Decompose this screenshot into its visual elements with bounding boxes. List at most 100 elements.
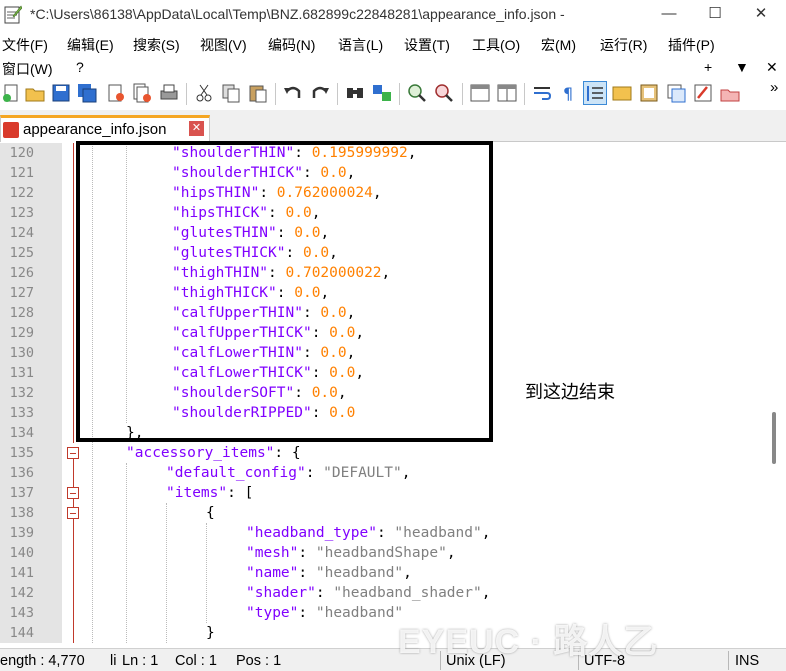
json-comma: ,	[481, 585, 491, 601]
json-colon: :	[227, 485, 245, 501]
window-title: *C:\Users\86138\AppData\Local\Temp\BNZ.6…	[30, 6, 565, 22]
json-key: "mesh"	[246, 545, 299, 561]
json-comma: ,	[481, 525, 491, 541]
json-key: "items"	[166, 485, 228, 501]
menu-help[interactable]: ?	[76, 59, 84, 75]
code-line[interactable]: 142 "shader": "headband_shader",	[0, 583, 770, 603]
menu-run[interactable]: 运行(R)	[600, 35, 647, 55]
tab-appearance-info[interactable]: appearance_info.json ✕	[0, 115, 210, 142]
line-number: 130	[9, 345, 34, 361]
json-bracket: {	[291, 445, 301, 461]
toolbar: ¶ »	[0, 79, 786, 109]
menu-edit[interactable]: 编辑(E)	[67, 35, 114, 55]
code-line[interactable]: 141 "name": "headband",	[0, 563, 770, 583]
sync-vertical-icon[interactable]	[469, 82, 491, 104]
menu-bar-row2: 窗口(W) ? + ▼ ✕	[0, 56, 786, 78]
word-wrap-icon[interactable]	[531, 82, 553, 104]
menu-settings[interactable]: 设置(T)	[404, 35, 450, 55]
save-all-icon[interactable]	[76, 82, 98, 104]
print-icon[interactable]	[158, 82, 180, 104]
find-icon[interactable]	[344, 82, 366, 104]
new-file-icon[interactable]	[0, 82, 22, 104]
menu-encoding[interactable]: 编码(N)	[268, 35, 315, 55]
watermark: EYEUC · 路人乙	[398, 623, 659, 661]
line-number: 138	[9, 505, 34, 521]
sync-horizontal-icon[interactable]	[496, 82, 518, 104]
replace-icon[interactable]	[371, 82, 393, 104]
undo-icon[interactable]	[282, 82, 304, 104]
tab-close-icon[interactable]: ✕	[189, 121, 204, 136]
code-line[interactable]: 136 "default_config": "DEFAULT",	[0, 463, 770, 483]
json-bracket: }	[206, 625, 215, 641]
menu-tools[interactable]: 工具(O)	[472, 35, 520, 55]
line-number: 144	[9, 625, 34, 641]
json-string: "headband"	[315, 605, 404, 621]
line-number: 142	[9, 585, 34, 601]
code-text: "headband_type": "headband",	[246, 523, 490, 543]
line-number: 129	[9, 325, 34, 341]
monitoring-icon[interactable]	[719, 82, 741, 104]
close-tab-button[interactable]: ✕	[766, 59, 778, 76]
function-list-icon[interactable]	[665, 82, 687, 104]
line-number: 125	[9, 245, 34, 261]
close-file-icon[interactable]	[105, 82, 127, 104]
new-tab-button[interactable]: +	[704, 59, 712, 75]
json-colon: :	[274, 445, 292, 461]
code-line[interactable]: 140 "mesh": "headbandShape",	[0, 543, 770, 563]
open-file-icon[interactable]	[24, 82, 46, 104]
zoom-in-icon[interactable]	[406, 82, 428, 104]
toolbar-separator	[337, 83, 338, 105]
tab-label: appearance_info.json	[23, 121, 167, 138]
menu-file[interactable]: 文件(F)	[2, 35, 48, 55]
cut-icon[interactable]	[193, 82, 215, 104]
menu-window[interactable]: 窗口(W)	[2, 59, 53, 79]
minimize-button[interactable]: —	[646, 0, 692, 30]
code-text: {	[206, 503, 215, 523]
status-lines: li	[110, 653, 117, 669]
json-bracket: [	[244, 485, 254, 501]
code-line[interactable]: 139 "headband_type": "headband",	[0, 523, 770, 543]
json-colon: :	[298, 605, 316, 621]
vertical-scrollbar[interactable]	[770, 143, 786, 643]
zoom-out-icon[interactable]	[433, 82, 455, 104]
copy-icon[interactable]	[220, 82, 242, 104]
status-pos: Pos : 1	[236, 653, 282, 669]
line-number: 139	[9, 525, 34, 541]
redo-icon[interactable]	[309, 82, 331, 104]
menu-macro[interactable]: 宏(M)	[541, 35, 576, 55]
paste-icon[interactable]	[247, 82, 269, 104]
folder-workspace-icon[interactable]	[692, 82, 714, 104]
status-ln: Ln : 1	[122, 653, 159, 669]
line-number: 122	[9, 185, 34, 201]
line-number: 127	[9, 285, 34, 301]
save-icon[interactable]	[50, 82, 72, 104]
json-string: "headband_shader"	[333, 585, 482, 601]
close-all-icon[interactable]	[131, 82, 153, 104]
code-text: "mesh": "headbandShape",	[246, 543, 456, 563]
user-language-icon[interactable]	[611, 82, 633, 104]
tab-list-button[interactable]: ▼	[735, 59, 749, 75]
menu-view[interactable]: 视图(V)	[200, 35, 247, 55]
json-key: "type"	[246, 605, 299, 621]
menu-search[interactable]: 搜索(S)	[133, 35, 180, 55]
annotation-text: 到这边结束	[525, 382, 615, 402]
maximize-button[interactable]: ☐	[692, 0, 738, 30]
status-length: ength : 4,770	[0, 653, 85, 669]
line-number: 120	[9, 145, 34, 161]
json-comma: ,	[403, 565, 412, 581]
indent-guide-icon[interactable]	[583, 81, 607, 105]
code-line[interactable]: 138 {	[0, 503, 770, 523]
show-all-chars-icon[interactable]: ¶	[557, 82, 579, 104]
close-window-button[interactable]: ✕	[738, 0, 784, 30]
toolbar-overflow-button[interactable]: »	[770, 79, 778, 96]
code-line[interactable]: 137 "items": [	[0, 483, 770, 503]
menu-plugins[interactable]: 插件(P)	[668, 35, 715, 55]
line-number: 135	[9, 445, 34, 461]
line-number: 121	[9, 165, 34, 181]
scrollbar-thumb[interactable]	[772, 412, 776, 464]
code-line[interactable]: 135 "accessory_items": {	[0, 443, 770, 463]
status-bar: ength : 4,770 li Ln : 1 Col : 1 Pos : 1 …	[0, 648, 786, 671]
document-map-icon[interactable]	[638, 82, 660, 104]
code-text: "accessory_items": {	[126, 443, 301, 463]
menu-language[interactable]: 语言(L)	[338, 35, 383, 55]
